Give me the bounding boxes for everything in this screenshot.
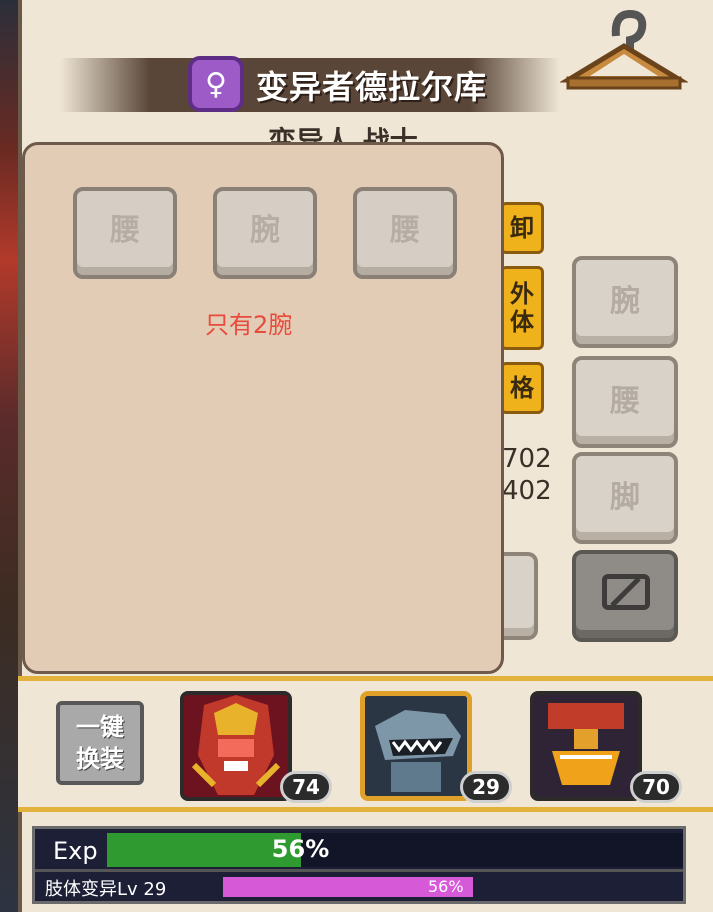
hide-icon bbox=[602, 574, 650, 610]
hide-equipment-button[interactable] bbox=[572, 550, 678, 642]
exp-label: Exp bbox=[53, 837, 98, 865]
level-badge: 74 bbox=[280, 771, 332, 803]
character-avatar[interactable] bbox=[530, 691, 642, 801]
appearance-tab[interactable]: 外 体 bbox=[500, 266, 544, 350]
slot-label: 腕 bbox=[610, 284, 640, 319]
slot-label: 腰 bbox=[390, 213, 420, 248]
waist-slot[interactable]: 腰 bbox=[572, 356, 678, 448]
quick-equip-button[interactable]: 一键 换装 bbox=[56, 701, 144, 785]
unequip-tab[interactable]: 卸 bbox=[500, 202, 544, 254]
hero-name: 变异者德拉尔库 bbox=[256, 68, 488, 106]
slot-label: 腰 bbox=[610, 384, 640, 419]
overlay-wrist-slot[interactable]: 腕 bbox=[213, 187, 317, 279]
wrist-slot[interactable]: 腕 bbox=[572, 256, 678, 348]
overlay-waist-slot[interactable]: 腰 bbox=[353, 187, 457, 279]
slot-label: 脚 bbox=[610, 480, 640, 515]
female-gender-icon: ♀ bbox=[188, 56, 244, 112]
exp-percent: 56% bbox=[271, 835, 330, 863]
character-avatar-selected[interactable] bbox=[360, 691, 472, 801]
foot-slot[interactable]: 脚 bbox=[572, 452, 678, 544]
character-portrait bbox=[184, 695, 288, 797]
character-portrait bbox=[534, 695, 638, 797]
level-badge: 70 bbox=[630, 771, 682, 803]
level-badge: 29 bbox=[460, 771, 512, 803]
overlay-note: 只有2腕 bbox=[205, 311, 293, 339]
character-select-bar: 一键 换装 74 29 70 bbox=[18, 676, 713, 812]
slot-info-popup: 腰 腕 腰 只有2腕 bbox=[22, 142, 504, 674]
divider bbox=[35, 869, 683, 872]
mutation-label: 肢体变异Lv 29 bbox=[45, 879, 167, 900]
exp-progress-bar: 56% bbox=[107, 833, 683, 867]
slot-label: 腕 bbox=[250, 213, 280, 248]
character-avatar[interactable] bbox=[180, 691, 292, 801]
character-portrait bbox=[365, 696, 467, 796]
hanger-icon[interactable] bbox=[560, 6, 688, 96]
mutation-progress-bar: 56% bbox=[223, 877, 669, 897]
overlay-waist-slot[interactable]: 腰 bbox=[73, 187, 177, 279]
slot-label: 腰 bbox=[110, 213, 140, 248]
stat-value: 702 bbox=[502, 444, 552, 474]
stat-value: 402 bbox=[502, 476, 552, 506]
experience-panel: Exp 56% 肢体变异Lv 29 56% bbox=[32, 826, 686, 904]
partial-slot[interactable] bbox=[502, 552, 538, 640]
personality-tab[interactable]: 格 bbox=[500, 362, 544, 414]
mutation-percent: 56% bbox=[428, 877, 464, 896]
